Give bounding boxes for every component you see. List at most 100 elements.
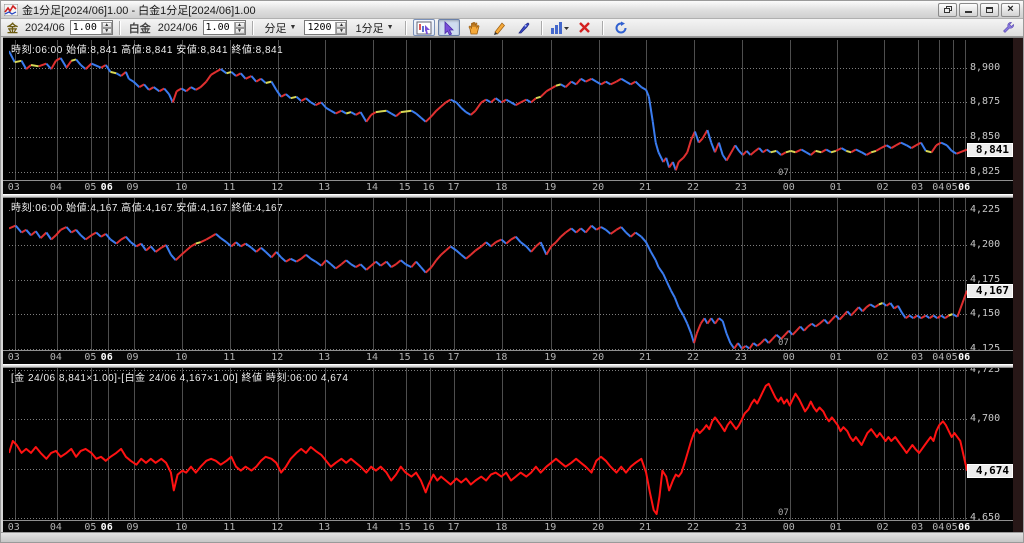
platinum-price-chart[interactable] [9, 198, 967, 350]
y-tick-label: 4,200 [970, 238, 1001, 250]
last-price-badge: 4,167 [967, 283, 1013, 298]
x-tick-label: 14 [366, 182, 379, 193]
toolbar-separator [251, 20, 254, 35]
x-tick-label: 01 [829, 182, 842, 193]
pan-hand-tool-button[interactable] [463, 19, 485, 36]
platinum-time-axis: 03 04 05 06 09 10 11 12 13 14 15 16 17 18 19 20 21 22 23 00… [3, 350, 1013, 364]
toolbar-separator [118, 20, 121, 35]
chevron-down-icon: ▼ [386, 24, 394, 31]
select-cursor-icon [444, 20, 454, 35]
bar-count-spinner: ▲▼ [304, 20, 348, 35]
x-tick-label: 13 [318, 182, 331, 193]
pencil-tool-button[interactable] [488, 19, 510, 36]
spread-plot[interactable] [9, 368, 967, 520]
platinum-multiplier-input[interactable] [203, 21, 234, 34]
x-tick-label: 15 [398, 182, 411, 193]
app-window: 金1分足[2024/06]1.00 - 白金1分足[2024/06]1.00 ×… [0, 0, 1024, 543]
chart-cursor-tool-button[interactable] [412, 19, 435, 36]
x-tick-label: 13 [318, 352, 331, 363]
x-tick-label: 20 [592, 352, 605, 363]
settings-wrench-button[interactable] [997, 19, 1019, 36]
gold-label: 金 [7, 22, 18, 35]
x-tick-label: 12 [271, 352, 284, 363]
maximize-icon [986, 6, 993, 13]
x-tick-label: 04 [932, 182, 945, 193]
x-tick-label: 06 [100, 182, 113, 193]
toolbar-separator [404, 20, 407, 35]
minimize-button[interactable] [959, 2, 978, 17]
x-tick-label: 02 [876, 182, 889, 193]
x-tick-label: 03 [7, 182, 20, 193]
period-label: 1分足 [355, 22, 384, 35]
bar-type-dropdown[interactable]: 分足 ▼ [260, 20, 302, 36]
last-price-badge: 8,841 [967, 142, 1013, 157]
window-bottom-frame [1, 532, 1023, 542]
x-tick-label: 02 [876, 352, 889, 363]
gold-ohlc-readout: 時刻:06:00 始値:8,841 高値:8,841 安値:8,841 終値:8… [11, 45, 284, 56]
bar-type-label: 分足 [264, 22, 287, 35]
spin-down-icon[interactable]: ▼ [336, 27, 347, 34]
y-tick-label: 4,125 [970, 342, 1001, 350]
delete-tool-button[interactable] [574, 19, 596, 36]
y-tick-label: 8,850 [970, 131, 1001, 143]
pen-tool-button[interactable] [513, 19, 535, 36]
date-change-marker: 07 [778, 508, 789, 518]
x-tick-label: 09 [126, 352, 139, 363]
gold-multiplier-input[interactable] [70, 21, 101, 34]
title-bar: 金1分足[2024/06]1.00 - 白金1分足[2024/06]1.00 × [1, 1, 1023, 19]
y-tick-label: 8,825 [970, 165, 1001, 177]
spread-formula-readout: [金 24/06 8,841×1.00]-[白金 24/06 4,167×1.0… [11, 373, 349, 384]
y-tick-label: 4,225 [970, 204, 1001, 216]
right-edge-strip [1013, 38, 1023, 535]
gold-price-chart[interactable] [9, 40, 967, 180]
period-dropdown[interactable]: 1分足 ▼ [350, 20, 398, 36]
gold-chart-panel: 時刻:06:00 始値:8,841 高値:8,841 安値:8,841 終値:8… [3, 40, 1013, 194]
histogram-tool-button[interactable] [549, 19, 571, 36]
platinum-multiplier-spinner: ▲▼ [202, 20, 246, 35]
platinum-plot[interactable] [9, 198, 967, 350]
chart-region: 時刻:06:00 始値:8,841 高値:8,841 安値:8,841 終値:8… [3, 37, 1023, 535]
platinum-label: 白金 [128, 22, 151, 35]
select-cursor-tool-button[interactable] [437, 19, 460, 36]
x-tick-label: 03 [911, 182, 924, 193]
date-change-marker: 07 [778, 338, 789, 348]
x-tick-label: 06 [958, 182, 971, 193]
refresh-icon [615, 21, 627, 33]
maximize-button[interactable] [980, 2, 999, 17]
x-tick-label: 14 [366, 352, 379, 363]
y-tick-label: 4,725 [970, 368, 1001, 375]
close-button[interactable]: × [1001, 2, 1020, 17]
float-icon [943, 6, 952, 13]
fountain-pen-icon [517, 22, 529, 33]
x-tick-label: 01 [829, 352, 842, 363]
x-tick-label: 15 [398, 352, 411, 363]
x-tick-label: 03 [911, 352, 924, 363]
x-tick-label: 10 [175, 182, 188, 193]
x-tick-label: 22 [686, 182, 700, 193]
histogram-icon [550, 21, 569, 34]
x-tick-label: 06 [958, 352, 971, 363]
bar-count-input[interactable] [305, 21, 336, 34]
gold-price-axis: 8,900 8,875 8,850 8,825 8,841 [967, 40, 1013, 180]
x-tick-label: 05 [84, 182, 97, 193]
x-tick-label: 11 [223, 182, 236, 193]
x-tick-label: 20 [592, 182, 605, 193]
platinum-price-axis: 4,225 4,200 4,175 4,150 4,125 4,167 [967, 198, 1013, 350]
gold-plot[interactable] [9, 40, 967, 180]
x-tick-label: 00 [782, 182, 795, 193]
toolbar-separator [540, 20, 543, 35]
x-tick-label: 12 [271, 182, 284, 193]
x-tick-label: 16 [422, 182, 435, 193]
x-tick-label: 05 [945, 182, 958, 193]
spin-down-icon[interactable]: ▼ [234, 27, 245, 34]
y-tick-label: 4,150 [970, 308, 1001, 320]
refresh-button[interactable] [610, 19, 632, 36]
float-window-button[interactable] [938, 2, 957, 17]
hand-icon [468, 21, 479, 34]
platinum-contract: 2024/06 [157, 21, 198, 34]
x-tick-label: 11 [223, 352, 236, 363]
gold-time-axis: 03 04 05 06 09 10 11 12 13 14 15 16 17 18 19 20 21 22 23 00… [3, 180, 1013, 194]
spin-down-icon[interactable]: ▼ [101, 27, 112, 34]
spread-line-chart[interactable] [9, 368, 967, 520]
gold-contract: 2024/06 [25, 21, 65, 34]
